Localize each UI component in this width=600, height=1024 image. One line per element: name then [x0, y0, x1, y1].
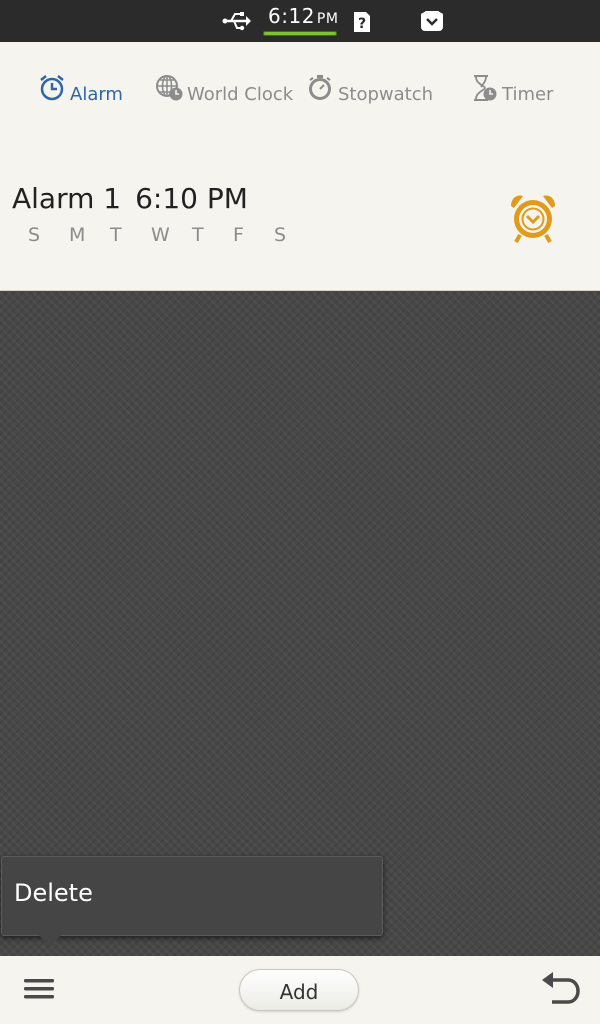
day-sunday: S — [28, 224, 41, 246]
bottom-action-bar: Add — [0, 956, 600, 1024]
tab-world-clock-label: World Clock — [187, 84, 294, 105]
day-wednesday: W — [151, 224, 170, 246]
alarm-list-item[interactable]: Alarm 1 6:10 PM S M T W T F S — [0, 132, 600, 291]
day-saturday: S — [274, 224, 287, 246]
alarm-icon — [420, 10, 444, 31]
globe-clock-icon — [156, 75, 183, 101]
svg-text:?: ? — [358, 16, 366, 32]
popup-pointer — [38, 934, 62, 947]
options-popup-menu: Delete — [1, 856, 383, 936]
tab-timer[interactable]: Timer — [470, 74, 553, 108]
alarm-repeat-days: S M T W T F S — [28, 224, 315, 246]
hourglass-icon — [474, 75, 497, 101]
tab-alarm-label: Alarm — [70, 84, 123, 105]
day-monday: M — [69, 224, 86, 246]
tab-stopwatch-label: Stopwatch — [338, 84, 434, 105]
alarm-toggle-icon[interactable] — [508, 192, 558, 244]
menu-icon[interactable] — [22, 976, 56, 1002]
tab-stopwatch[interactable]: Stopwatch — [306, 74, 433, 108]
status-bar: 6:12 PM ? — [0, 0, 600, 42]
usb-icon — [222, 12, 251, 31]
tab-world-clock[interactable]: World Clock — [155, 74, 293, 108]
tab-alarm[interactable]: Alarm — [38, 74, 123, 108]
status-time-value: 6:12 — [268, 4, 315, 28]
alarm-clock-icon — [40, 75, 64, 101]
battery-bar — [263, 31, 337, 36]
tab-timer-label: Timer — [502, 84, 554, 105]
tab-bar: Alarm World Clock Stopwatch Timer — [0, 42, 600, 158]
day-friday: F — [233, 224, 244, 246]
delete-menu-item[interactable]: Delete — [14, 879, 93, 907]
status-time-ampm: PM — [316, 11, 339, 27]
alarm-title: Alarm 1 6:10 PM — [12, 182, 248, 215]
add-alarm-button[interactable]: Add — [239, 969, 359, 1011]
status-clock: 6:12 PM — [268, 4, 338, 28]
day-thursday: T — [192, 224, 204, 246]
stopwatch-icon — [309, 75, 331, 100]
alarm-name: Alarm 1 — [12, 182, 122, 215]
alarm-time: 6:10 PM — [135, 182, 248, 215]
sim-unknown-icon: ? — [354, 12, 370, 32]
day-tuesday: T — [110, 224, 122, 246]
back-arrow-icon[interactable] — [538, 972, 582, 1006]
